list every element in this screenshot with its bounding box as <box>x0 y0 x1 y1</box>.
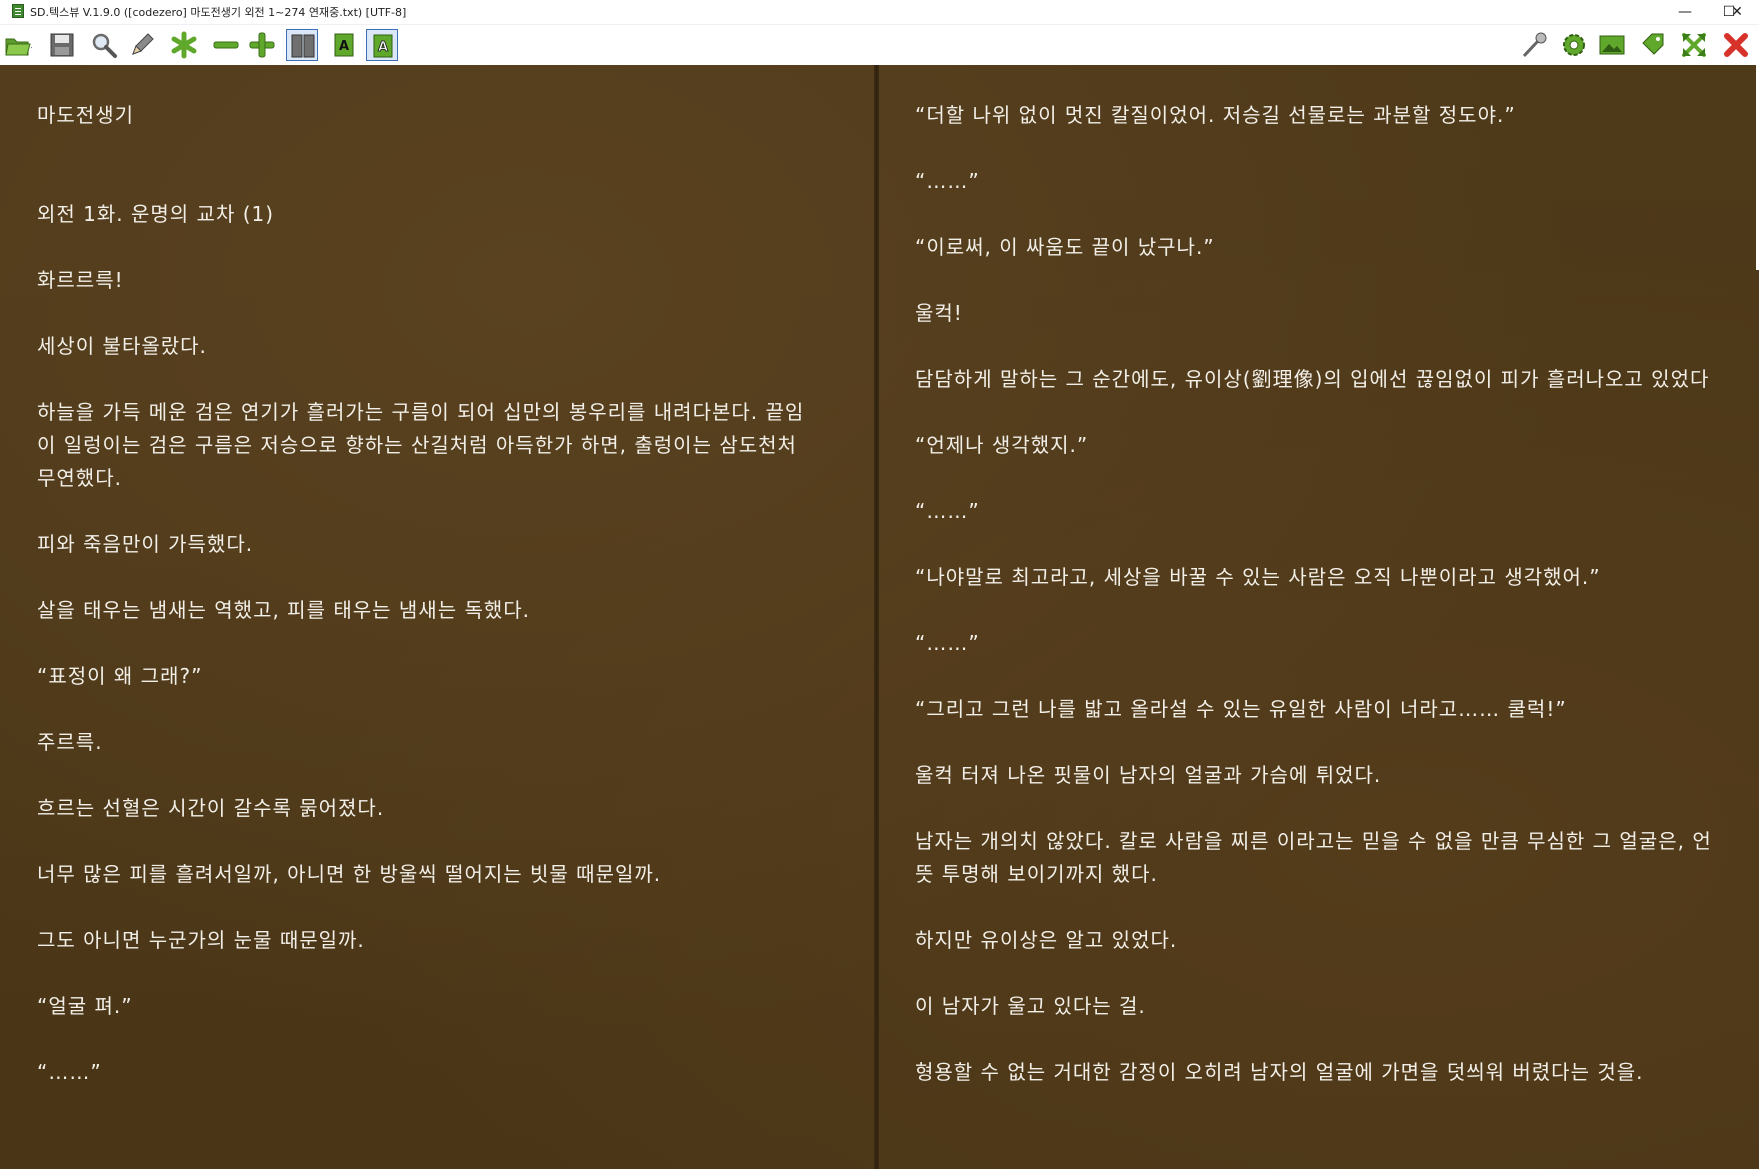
save-button[interactable] <box>46 29 78 61</box>
text-line: “그리고 그런 나를 밟고 올라설 수 있는 유일한 사람이 너라고…… 쿨럭!… <box>915 697 1567 721</box>
search-button[interactable] <box>88 29 120 61</box>
exit-button[interactable] <box>1720 29 1752 61</box>
fullscreen-button[interactable] <box>1678 29 1710 61</box>
two-page-icon <box>291 34 315 58</box>
font-larger-button[interactable] <box>246 29 278 61</box>
text-line: 이 남자가 울고 있다는 걸. <box>915 994 1146 1018</box>
text-line: 화르르륵! <box>37 268 124 292</box>
title-bar: SD.텍스뷰 V.1.9.0 ([codezero] 마도전생기 외전 1~27… <box>0 0 1759 25</box>
tools-button[interactable] <box>1518 29 1550 61</box>
text-line: “……” <box>37 1060 102 1084</box>
image-button[interactable] <box>1596 29 1628 61</box>
settings-button[interactable] <box>1558 29 1590 61</box>
text-line: “얼굴 펴.” <box>37 994 133 1018</box>
two-page-view-button[interactable] <box>286 29 318 61</box>
text-line: 형용할 수 없는 거대한 감정이 오히려 남자의 얼굴에 가면을 덧씌워 버렸다… <box>915 1060 1644 1084</box>
close-window-button[interactable]: ✕ <box>1715 0 1759 24</box>
text-line: 세상이 불타올랐다. <box>37 334 207 358</box>
save-icon <box>50 33 74 57</box>
close-icon <box>1724 33 1748 57</box>
svg-text:A: A <box>378 40 388 55</box>
text-line: 울컥 터져 나온 핏물이 남자의 얼굴과 가슴에 튀었다. <box>915 763 1382 787</box>
app-icon <box>12 4 24 18</box>
minus-icon <box>213 41 239 49</box>
text-a-icon: A <box>334 33 354 57</box>
text-line: “……” <box>915 631 980 655</box>
text-line: “나야말로 최고라고, 세상을 바꿀 수 있는 사람은 오직 나뿐이라고 생각했… <box>915 565 1601 589</box>
text-a-outline-icon: A <box>373 34 393 58</box>
text-line: 너무 많은 피를 흘려서일까, 아니면 한 방울씩 떨어지는 빗물 때문일까. <box>37 862 662 886</box>
text-line: 하지만 유이상은 알고 있었다. <box>915 928 1178 952</box>
open-button[interactable] <box>2 29 34 61</box>
text-bold-button[interactable]: A <box>328 29 360 61</box>
svg-text:A: A <box>339 39 349 54</box>
window-title: SD.텍스뷰 V.1.9.0 ([codezero] 마도전생기 외전 1~27… <box>30 6 407 19</box>
text-line: “언제나 생각했지.” <box>915 433 1089 457</box>
folder-open-icon <box>5 38 32 56</box>
tag-icon <box>1642 33 1664 55</box>
plus-icon <box>249 32 275 58</box>
text-line: 울컥! <box>915 301 963 325</box>
text-line: 하늘을 가득 메운 검은 연기가 흘러가는 구름이 되어 십만의 봉우리를 내려… <box>37 400 805 424</box>
text-line: 외전 1화. 운명의 교차 (1) <box>37 202 275 226</box>
text-line: 무연했다. <box>37 466 122 490</box>
text-line: 남자는 개의치 않았다. 칼로 사람을 찌른 이라고는 믿을 수 없을 만큼 무… <box>915 829 1712 853</box>
edit-button[interactable] <box>126 29 158 61</box>
asterisk-icon <box>171 31 197 59</box>
text-outline-button[interactable]: A <box>366 29 398 61</box>
text-line: 피와 죽음만이 가득했다. <box>37 532 254 556</box>
text-line: 마도전생기 <box>37 103 134 127</box>
gear-icon <box>1563 34 1585 56</box>
text-line: 담담하게 말하는 그 순간에도, 유이상(劉理像)의 입에선 끊임없이 피가 흘… <box>915 367 1710 391</box>
search-icon <box>92 33 117 58</box>
bookmark-button[interactable] <box>168 29 200 61</box>
pencil-icon <box>132 33 154 55</box>
text-line: “더할 나위 없이 멋진 칼질이었어. 저승길 선물로는 과분할 정도야.” <box>915 103 1516 127</box>
image-icon <box>1599 35 1625 55</box>
toolbar: A A <box>0 25 1759 65</box>
left-page: 마도전생기외전 1화. 운명의 교차 (1) 화르르륵! 세상이 불타올랐다. 하늘을… <box>37 65 867 1169</box>
text-line: “……” <box>915 499 980 523</box>
text-line: 주르륵. <box>37 730 103 754</box>
text-line: 이 일렁이는 검은 구름은 저승으로 향하는 산길처럼 아득한가 하면, 출렁이… <box>37 433 797 457</box>
text-line: 살을 태우는 냄새는 역했고, 피를 태우는 냄새는 독했다. <box>37 598 531 622</box>
minimize-button[interactable]: — <box>1663 0 1707 24</box>
text-line: 뜻 투명해 보이기까지 했다. <box>915 862 1158 886</box>
tag-button[interactable] <box>1638 29 1670 61</box>
font-smaller-button[interactable] <box>210 29 242 61</box>
text-line: “이로써, 이 싸움도 끝이 났구나.” <box>915 235 1215 259</box>
text-line: “표정이 왜 그래?” <box>37 664 203 688</box>
wrench-icon <box>1522 32 1547 58</box>
text-line: 그도 아니면 누군가의 눈물 때문일까. <box>37 928 365 952</box>
reading-area[interactable]: 마도전생기외전 1화. 운명의 교차 (1) 화르르륵! 세상이 불타올랐다. 하늘을… <box>0 65 1759 1169</box>
text-line: 흐르는 선혈은 시간이 갈수록 묽어졌다. <box>37 796 385 820</box>
text-line: “……” <box>915 169 980 193</box>
right-page: “더할 나위 없이 멋진 칼질이었어. 저승길 선물로는 과분할 정도야.” “…… <box>915 65 1759 1169</box>
page-divider <box>874 65 879 1169</box>
fullscreen-icon <box>1682 33 1706 57</box>
